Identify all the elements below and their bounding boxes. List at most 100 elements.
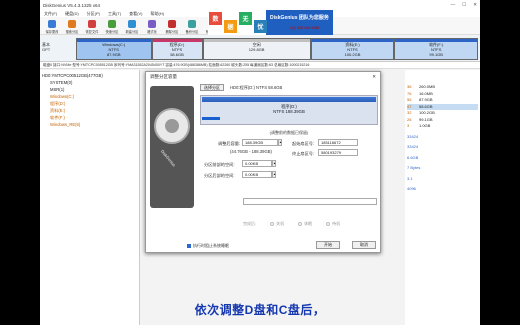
tree-partition-node[interactable]: Windows_RE(6) — [42, 121, 137, 128]
partition-size: 87.9GB — [106, 52, 121, 57]
tree-node-label: MSR(1) — [50, 87, 65, 92]
toolbar-label: 保存更改 — [45, 30, 59, 34]
toolbar-button[interactable]: 删除分区 — [164, 20, 180, 34]
toolbar-button[interactable]: 格式化 — [144, 20, 160, 34]
partition-block[interactable]: 资料(E:) NTFS 100.2GB — [310, 38, 395, 60]
tree-partition-node[interactable]: 资料(E:) — [42, 107, 137, 114]
partition-bar: Windows(C:) NTFS 87.9GB 程序(D:) NTFS 58.6GB 空闲 1… — [76, 38, 479, 60]
banner-phone: QQ: 400-008-9958 — [290, 26, 320, 30]
option-hibernate[interactable]: 休眠 — [298, 221, 312, 227]
menu-item[interactable]: 硬盘(D) — [65, 11, 79, 17]
prevent-sleep-checkbox[interactable]: 执行时阻止系统睡眠 — [187, 243, 229, 249]
tree-partition-node[interactable]: SYSTEM(0) — [42, 79, 137, 86]
prevent-sleep-label: 执行时阻止系统睡眠 — [193, 243, 229, 248]
ad-banner[interactable]: 数据无忧 DiskGenius 团队为您服务 QQ: 400-008-9958 — [208, 10, 333, 35]
toolbar-button[interactable]: 搜索分区 — [64, 20, 80, 34]
toolbar-label: 新建分区 — [125, 30, 139, 34]
toolbar-label: 删除分区 — [165, 30, 179, 34]
before-space-spinner[interactable]: ▲ — [272, 160, 276, 167]
tree-node-label: 程序(D:) — [50, 101, 66, 106]
row-index: 3 — [407, 123, 410, 128]
resize-label: 调整后容量: — [218, 141, 241, 146]
partition-block[interactable]: Windows(C:) NTFS 87.9GB — [76, 38, 152, 60]
partition-visual-text: 程序(D:) NTFS 188.39GB — [201, 104, 377, 114]
partition-top-strip — [311, 39, 394, 42]
toolbar-button[interactable]: 新建分区 — [124, 20, 140, 34]
menu-item[interactable]: 分区(P) — [87, 11, 100, 17]
end-sector-field[interactable]: 580193279 — [318, 149, 358, 156]
partition-block[interactable]: 程序(D:) NTFS 58.6GB — [151, 38, 203, 60]
close-button[interactable]: ✕ — [473, 2, 477, 8]
dialog-close-button[interactable]: ✕ — [372, 72, 376, 81]
tree-node-label: Windows(C:) — [50, 94, 74, 99]
toolbar-label: 快速分区 — [105, 30, 119, 34]
tree-node-label: 资料(E:) — [50, 108, 66, 113]
resize-range: (44.76GB - 188.39GB) — [230, 149, 272, 154]
tree-node-label: 软件(F:) — [50, 115, 65, 120]
dialog-title-bar: 调整分区容量 ✕ — [146, 72, 380, 81]
menu-item[interactable]: 工具(T) — [108, 11, 121, 17]
toolbar-button[interactable]: 备份分区 — [184, 20, 200, 34]
disk-tree: HD0:YMTCPC00512GB(477GB) SYSTEM(0) MSR(1)… — [40, 70, 140, 325]
disk-details: 磁盘0 接口:NVMe 型号:YMTCPC005512GB 序列号:YMA315… — [40, 62, 480, 69]
partition-list-row[interactable]: 3 1.0GB — [407, 123, 478, 130]
hdd-brand-label: DiskGenius — [159, 148, 177, 168]
before-space-field[interactable]: 0.00KB — [242, 160, 272, 167]
select-partition-button[interactable]: 选择分区 — [200, 84, 224, 91]
detail-value: 7 Bytes — [407, 165, 421, 170]
toolbar-button[interactable]: 快速分区 — [104, 20, 120, 34]
detail-value: 4096 — [407, 186, 416, 191]
tree-node-label: SYSTEM(0) — [50, 80, 73, 85]
partition-block[interactable]: 空闲 129.8GB — [202, 38, 311, 60]
tree-partition-node[interactable]: MSR(1) — [42, 86, 137, 93]
toolbar-icon — [128, 20, 136, 28]
menu-item[interactable]: 文件(F) — [44, 11, 57, 17]
option-hibernate-label: 休眠 — [304, 221, 313, 226]
partition-block[interactable]: 软件(F:) NTFS 99.1GB — [394, 38, 479, 60]
partition-data-marker — [202, 117, 220, 120]
resize-spinner[interactable]: ▲ — [278, 139, 282, 146]
banner-tile: 据 — [224, 20, 237, 33]
resize-partition-dialog: 调整分区容量 ✕ DiskGenius 选择分区 HD0:程序(D:) NTFS… — [145, 71, 381, 253]
menu-item[interactable]: 查看(V) — [129, 11, 142, 17]
after-space-field[interactable]: 0.00KB — [242, 171, 272, 178]
toolbar-icon — [68, 20, 76, 28]
partition-size: 58.6GB — [170, 52, 184, 57]
detail-value: 33424 — [407, 144, 419, 149]
tree-partition-node[interactable]: 程序(D:) — [42, 100, 137, 107]
start-sector-label: 起始扇区号: — [292, 141, 315, 146]
toolbar-button[interactable]: 保存更改 — [44, 20, 60, 34]
radio-standby-icon — [326, 221, 331, 226]
option-standby[interactable]: 待机 — [326, 221, 340, 227]
detail-value: 33424 — [407, 133, 419, 139]
resize-size-field[interactable]: 188.39GB — [242, 139, 278, 146]
option-standby-label: 待机 — [332, 221, 341, 226]
partition-top-strip — [152, 39, 202, 42]
start-sector-field[interactable]: 185116672 — [318, 139, 358, 146]
video-subtitle: 依次调整D盘和C盘后， — [194, 303, 326, 317]
toolbar-label: 格式化 — [147, 30, 157, 34]
hdd-illustration: DiskGenius — [150, 86, 194, 208]
menu-item[interactable]: 帮助(H) — [150, 11, 164, 17]
toolbar-button[interactable]: 恢复文件 — [84, 20, 100, 34]
diskgenius-window: DiskGenius V5.4.3.1325 x64 — ☐ ✕ 文件(F) 硬盘… — [40, 0, 480, 325]
start-button[interactable]: 开始 — [316, 241, 340, 249]
selected-partition-label: HD0:程序(D:) NTFS 58.6GB — [230, 85, 283, 90]
tree-disk[interactable]: HD0:YMTCPC00512GB(477GB) — [42, 72, 137, 79]
tree-partition-node[interactable]: Windows(C:) — [42, 93, 137, 100]
partition-used-bar — [202, 97, 376, 102]
option-shutdown[interactable]: 关机 — [270, 221, 284, 227]
data-note: (调整前的数据已保留) — [269, 130, 309, 135]
disk-map: 基本 GPT Windows(C:) NTFS 87.9GB 程序(D:) NTFS 58… — [40, 36, 480, 62]
after-space-spinner[interactable]: ▲ — [272, 171, 276, 178]
dialog-title: 调整分区容量 — [150, 74, 177, 79]
after-completion-options: 完成后: 关机 休眠 待机 — [243, 221, 340, 227]
maximize-button[interactable]: ☐ — [462, 2, 466, 8]
tree-partition-node[interactable]: 软件(F:) — [42, 114, 137, 121]
banner-brand: DiskGenius 团队为您服务 — [270, 15, 329, 21]
toolbar-icon — [88, 20, 96, 28]
partition-top-strip — [395, 39, 478, 42]
cancel-button[interactable]: 取消 — [352, 241, 376, 249]
minimize-button[interactable]: — — [451, 2, 456, 8]
partition-visual[interactable]: 程序(D:) NTFS 188.39GB — [200, 95, 378, 125]
